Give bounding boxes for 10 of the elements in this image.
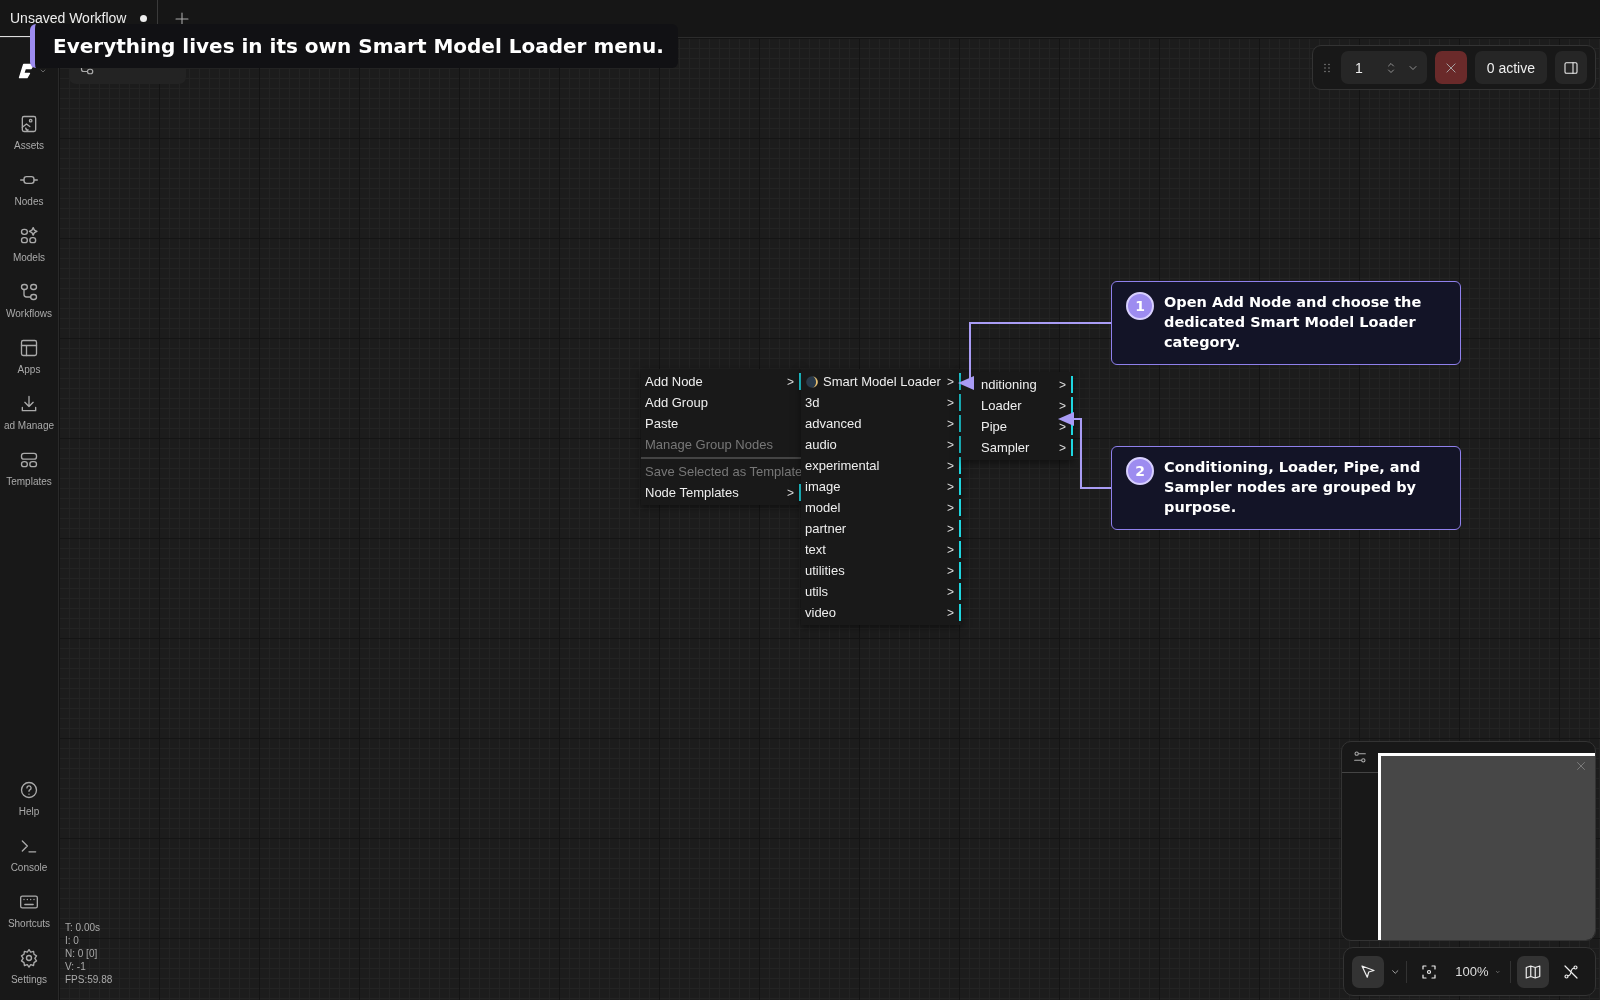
callout-text: Conditioning, Loader, Pipe, and Sampler nodes are grouped by purpose.	[1164, 458, 1422, 517]
stat-text: FPS:59.88	[65, 973, 113, 986]
callout-text: Open Add Node and choose the dedicated Smart Model Loader category.	[1164, 293, 1423, 352]
stat-text: V: -1	[65, 960, 87, 973]
stat-text: N: 0 [0]	[65, 947, 99, 960]
step-number: 1	[1126, 292, 1154, 320]
step-number: 2	[1126, 457, 1154, 485]
stat-text: I: 0	[65, 934, 80, 947]
tutorial-tooltip: Everything lives in its own Smart Model Loader menu.	[30, 24, 678, 68]
stat-text: T: 0.00s	[65, 921, 102, 934]
